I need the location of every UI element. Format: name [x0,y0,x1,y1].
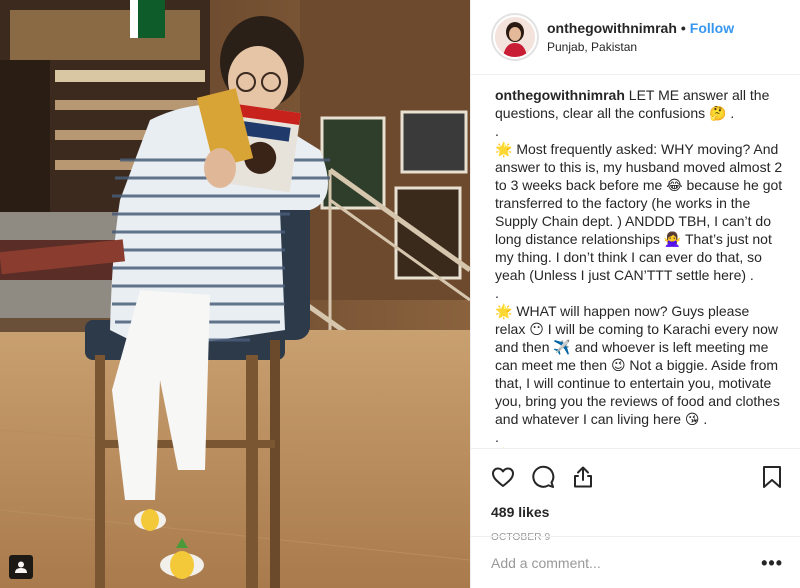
more-options-icon[interactable]: ••• [761,554,783,572]
comment-bar: ••• [471,536,800,588]
username-link[interactable]: onthegowithnimrah [547,20,677,36]
avatar-photo [495,17,535,57]
caption: onthegowithnimrah LET ME answer all the … [471,76,800,448]
caption-username[interactable]: onthegowithnimrah [495,87,625,103]
post-panel: onthegowithnimrah • Follow Punjab, Pakista… [470,0,800,588]
caption-text: LET ME answer all the questions, clear a… [495,87,783,448]
post-photo[interactable] [0,0,470,588]
separator-dot: • [680,20,686,36]
post-header: onthegowithnimrah • Follow Punjab, Pakista… [471,0,800,75]
location-link[interactable]: Punjab, Pakistan [547,39,734,55]
share-icon[interactable] [571,457,611,497]
follow-button[interactable]: Follow [690,20,734,36]
post-actions: 489 likes OCTOBER 9 [471,448,800,544]
comment-icon[interactable] [531,457,571,497]
photo-image [0,0,470,588]
avatar[interactable] [491,13,539,61]
likes-count[interactable]: 489 likes [491,503,783,521]
user-tag-icon[interactable] [9,555,33,579]
bookmark-icon[interactable] [743,457,783,497]
heart-icon[interactable] [491,457,531,497]
comment-input[interactable] [491,554,762,571]
